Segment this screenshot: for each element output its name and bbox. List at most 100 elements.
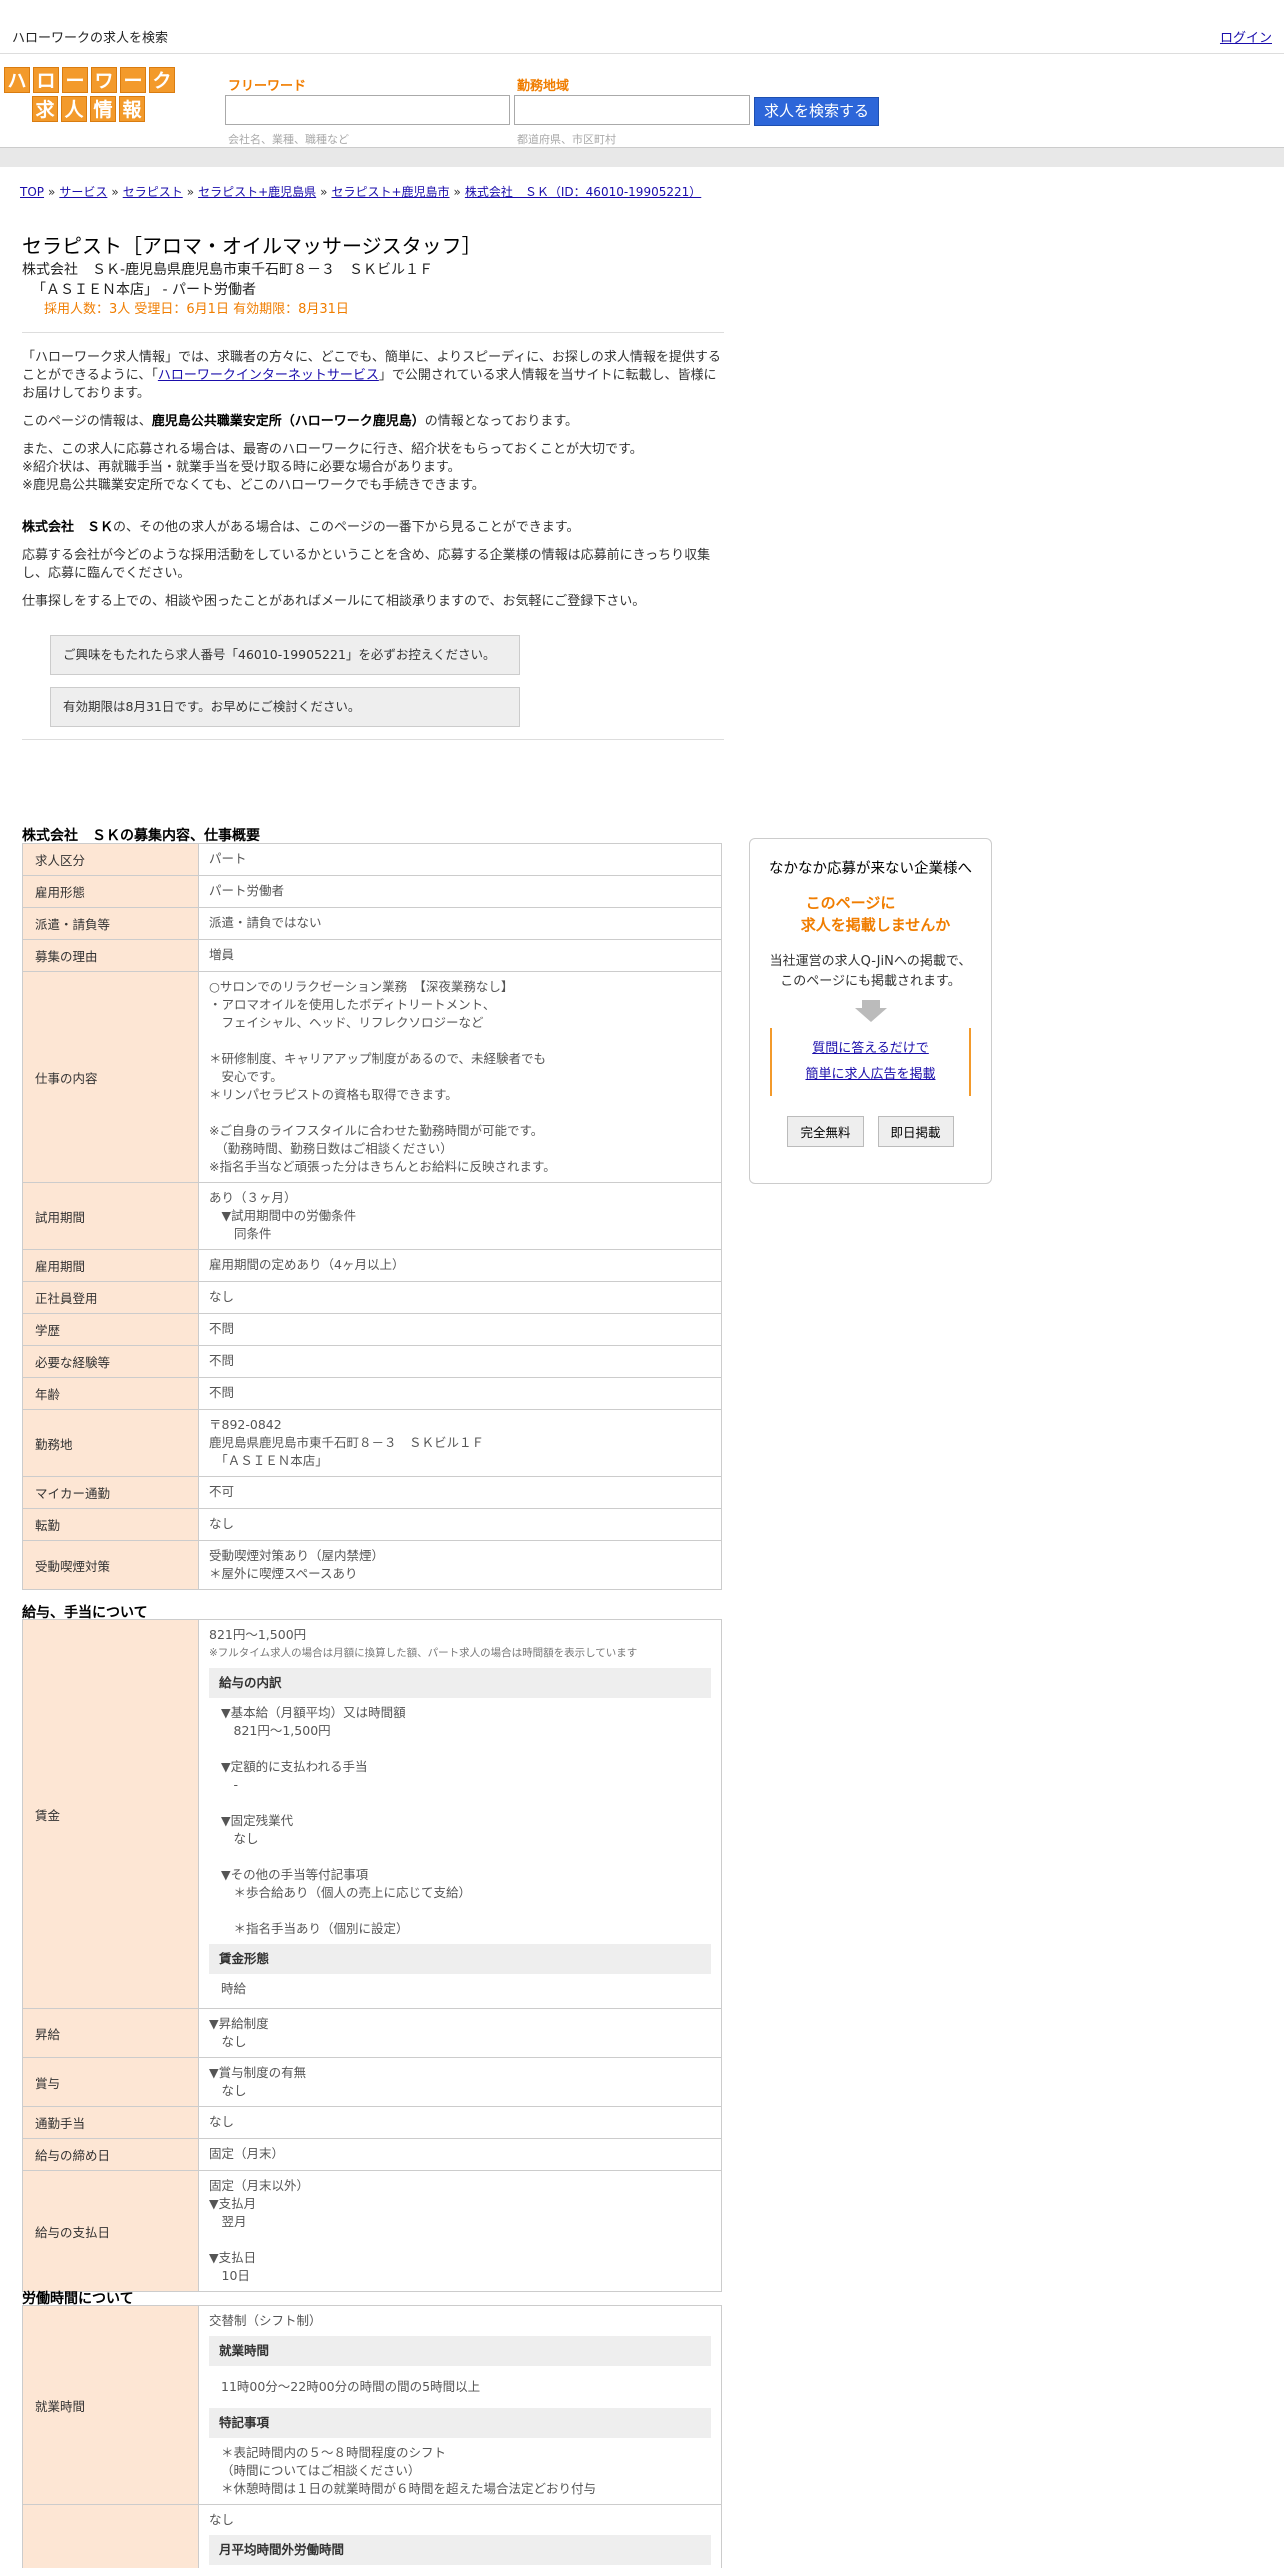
row-value: 増員: [198, 939, 722, 972]
arrow-down-icon: [854, 1008, 887, 1022]
row-label: 学歴: [22, 1313, 199, 1346]
wage-note: ※フルタイム求人の場合は月額に換算した額、パート求人の場合は時間額を表示していま…: [209, 1647, 638, 1659]
job-meta: 採用人数：3人 受理日：6月1日 有効期限：8月31日: [44, 302, 349, 317]
search-button[interactable]: 求人を検索する: [754, 97, 879, 126]
row-label: 募集の理由: [22, 939, 199, 972]
row-value: 不問: [198, 1377, 722, 1410]
table-row: 給与の支払日 固定（月末以外） ▼支払月 翌月 ▼支払日 10日: [22, 2170, 722, 2292]
row-value: あり（３ヶ月） ▼試用期間中の労働条件 同条件: [198, 1182, 722, 1250]
hours-head: 就業時間: [209, 2336, 711, 2366]
breadcrumb-separator: »: [320, 185, 328, 199]
logo-char: ー: [62, 67, 88, 93]
row-value: 派遣・請負ではない: [198, 907, 722, 940]
row-value: 受動喫煙対策あり（屋内禁煙） ＊屋外に喫煙スペースあり: [198, 1540, 722, 1590]
row-value: 固定（月末）: [198, 2138, 722, 2171]
logo-row: ハローワーク: [4, 67, 182, 93]
table-row: 給与の締め日 固定（月末）: [22, 2138, 722, 2171]
hellowork-logo[interactable]: ハローワーク求人情報: [4, 67, 182, 125]
table-row: 正社員登用 なし: [22, 1281, 722, 1314]
wage-cell: 821円〜1,500円 ※フルタイム求人の場合は月額に換算した額、パート求人の場…: [198, 1619, 722, 2009]
site-tagline: ハローワークの求人を検索: [12, 31, 169, 46]
hours-table: 就業時間 交替制（シフト制） 就業時間 11時00分〜22時00分の時間の間の5…: [22, 2305, 722, 2568]
intro-paragraph-3: また、この求人に応募される場合は、最寄のハローワークに行き、紹介状をもらっておく…: [22, 442, 643, 493]
wage-range: 821円〜1,500円: [209, 1627, 307, 1642]
table-row: 賃金 821円〜1,500円 ※フルタイム求人の場合は月額に換算した額、パート求…: [22, 1619, 722, 2009]
breadcrumb-link[interactable]: TOP: [20, 185, 44, 199]
store-line: 「ＡＳＩＥＮ本店」 - パート労働者: [32, 282, 256, 298]
wage-form-head: 賃金形態: [209, 1944, 711, 1974]
arrow-down-icon: [861, 1000, 880, 1008]
login-link[interactable]: ログイン: [1220, 27, 1272, 46]
row-label: 給与の支払日: [22, 2170, 199, 2292]
area-label: 勤務地域: [517, 79, 570, 94]
freeword-input[interactable]: [225, 95, 510, 125]
ad-link-box: 質問に答えるだけで 簡単に求人広告を掲載: [770, 1028, 971, 1096]
expiry-notice: 有効期限は8月31日です。お早めにご検討ください。: [50, 687, 520, 727]
ad-description: 当社運営の求人Q-JiNへの掲載で、 このページにも掲載されます。: [750, 952, 991, 992]
breadcrumb-link[interactable]: セラピスト+鹿児島県: [198, 185, 316, 199]
freeword-hint: 会社名、業種、職種など: [228, 133, 349, 146]
hellowork-internet-link[interactable]: ハローワークインターネットサービス: [158, 368, 379, 383]
free-button[interactable]: 完全無料: [787, 1116, 864, 1147]
row-label: 派遣・請負等: [22, 907, 199, 940]
logo-char: ク: [149, 67, 175, 93]
row-label: 受動喫煙対策: [22, 1540, 199, 1590]
row-label: 雇用期間: [22, 1249, 199, 1282]
shift-type: 交替制（シフト制）: [209, 2313, 322, 2328]
row-value: なし: [198, 1508, 722, 1541]
table-row: なし 月平均時間外労働時間: [22, 2504, 722, 2568]
hours-value: 11時00分〜22時00分の時間の間の5時間以上: [221, 2379, 481, 2394]
same-day-button[interactable]: 即日掲載: [877, 1116, 954, 1147]
breadcrumb-link[interactable]: セラピスト+鹿児島市: [331, 185, 449, 199]
logo-char: 情: [90, 96, 116, 122]
row-value: 不問: [198, 1345, 722, 1378]
row-label: 勤務地: [22, 1409, 199, 1477]
logo-char: 報: [119, 96, 145, 122]
table-row: 仕事の内容 ○サロンでのリラクゼーション業務 【深夜業務なし】 ・アロマオイルを使…: [22, 971, 722, 1183]
table-row: 学歴 不問: [22, 1313, 722, 1346]
ad-desc-line1: 当社運営の求人Q-JiNへの掲載で、: [769, 954, 972, 969]
office-name: 鹿児島公共職業安定所（ハローワーク鹿児島）: [151, 414, 425, 429]
row-value: パート労働者: [198, 875, 722, 908]
intro-paragraph-4: 株式会社 ＳＫの、その他の求人がある場合は、このページの一番下から見ることができ…: [22, 519, 724, 537]
breadcrumb-link[interactable]: 株式会社 ＳＫ（ID：46010-19905221）: [465, 185, 701, 199]
ad-headline: このページに 求人を掲載しませんか: [750, 892, 991, 936]
intro-text: の、その他の求人がある場合は、このページの一番下から見ることができます。: [113, 520, 580, 535]
row-label: 年齢: [22, 1377, 199, 1410]
ad-buttons: 完全無料 即日掲載: [750, 1116, 991, 1147]
intro-text: このページの情報は、: [22, 414, 152, 429]
row-value: ▼賞与制度の有無 なし: [198, 2057, 722, 2107]
table-row: 就業時間 交替制（シフト制） 就業時間 11時00分〜22時00分の時間の間の5…: [22, 2305, 722, 2505]
breadcrumb-link[interactable]: セラピスト: [123, 185, 183, 199]
breadcrumb-link[interactable]: サービス: [59, 185, 107, 199]
logo-char: 求: [32, 96, 58, 122]
table-row: 転勤 なし: [22, 1508, 722, 1541]
ad-link-post[interactable]: 簡単に求人広告を掲載: [805, 1067, 935, 1082]
overview-table: 求人区分 パート 雇用形態 パート労働者 派遣・請負等 派遣・請負ではない 募集の理由 増員仕…: [22, 843, 722, 1590]
overtime-value: なし: [209, 2512, 235, 2527]
table-row: 年齢 不問: [22, 1377, 722, 1410]
freeword-label: フリーワード: [228, 79, 307, 94]
wage-breakdown-head: 給与の内訳: [209, 1668, 711, 1698]
row-label: 転勤: [22, 1508, 199, 1541]
table-row: 通勤手当 なし: [22, 2106, 722, 2139]
row-label: マイカー通勤: [22, 1476, 199, 1509]
row-label: 仕事の内容: [22, 971, 199, 1183]
area-input[interactable]: [514, 95, 750, 125]
logo-char: ハ: [4, 67, 30, 93]
special-notes: ＊表記時間内の５～８時間程度のシフト （時間についてはご相談ください） ＊休憩時…: [221, 2445, 597, 2496]
row-label: 試用期間: [22, 1182, 199, 1250]
company-name: 株式会社 ＳＫ: [22, 520, 114, 535]
table-row: 試用期間 あり（３ヶ月） ▼試用期間中の労働条件 同条件: [22, 1182, 722, 1250]
table-row: 賞与 ▼賞与制度の有無 なし: [22, 2057, 722, 2107]
breadcrumb-separator: »: [186, 185, 195, 199]
overtime-head: 月平均時間外労働時間: [209, 2535, 711, 2565]
row-value: 不問: [198, 1313, 722, 1346]
row-value: ○サロンでのリラクゼーション業務 【深夜業務なし】 ・アロマオイルを使用したボデ…: [198, 971, 722, 1183]
table-row: マイカー通勤 不可: [22, 1476, 722, 1509]
row-value: 〒892-0842 鹿児島県鹿児島市東千石町８－３ ＳＫビル１Ｆ 「ＡＳＩＥＮ本…: [198, 1409, 722, 1477]
ad-link-questions[interactable]: 質問に答えるだけで: [812, 1041, 929, 1056]
logo-char: ワ: [91, 67, 117, 93]
divider: [22, 739, 724, 740]
row-label: 雇用形態: [22, 875, 199, 908]
